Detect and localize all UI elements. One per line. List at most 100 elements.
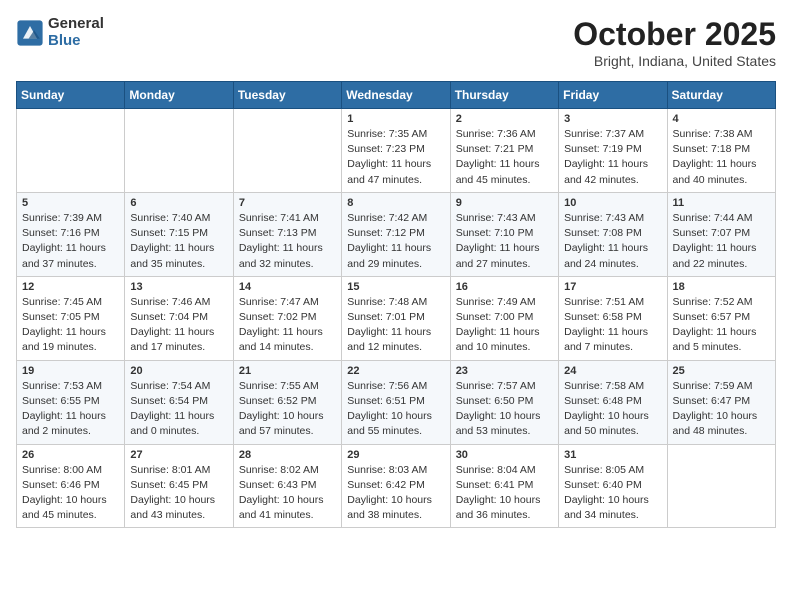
day-info: Sunrise: 8:02 AMSunset: 6:43 PMDaylight:…	[239, 463, 336, 524]
day-number: 19	[22, 365, 119, 377]
col-thursday: Thursday	[450, 82, 558, 109]
day-info: Sunrise: 7:43 AMSunset: 7:10 PMDaylight:…	[456, 211, 553, 272]
day-number: 5	[22, 197, 119, 209]
calendar-cell: 18Sunrise: 7:52 AMSunset: 6:57 PMDayligh…	[667, 276, 775, 360]
calendar-cell: 16 Sunrise: 7:49 AMSunset: 7:00 PMDayligh…	[450, 276, 558, 360]
day-number: 1	[347, 113, 444, 125]
day-number: 20	[130, 365, 227, 377]
logo-blue: Blue	[48, 33, 104, 50]
day-info: Sunrise: 7:44 AMSunset: 7:07 PMDaylight:…	[673, 211, 770, 272]
calendar-cell: 12Sunrise: 7:45 AMSunset: 7:05 PMDayligh…	[17, 276, 125, 360]
calendar: Sunday Monday Tuesday Wednesday Thursday…	[16, 81, 776, 528]
day-number: 14	[239, 281, 336, 293]
day-info: Sunrise: 8:05 AMSunset: 6:40 PMDaylight:…	[564, 463, 661, 524]
day-number: 9	[456, 197, 553, 209]
week-row-1: 1Sunrise: 7:35 AMSunset: 7:23 PMDaylight…	[17, 109, 776, 193]
calendar-cell: 7 Sunrise: 7:41 AMSunset: 7:13 PMDaylight…	[233, 192, 341, 276]
day-info: Sunrise: 7:59 AMSunset: 6:47 PMDaylight:…	[673, 379, 770, 440]
day-info: Sunrise: 7:37 AMSunset: 7:19 PMDaylight:…	[564, 127, 661, 188]
day-number: 23	[456, 365, 553, 377]
calendar-cell: 3 Sunrise: 7:37 AMSunset: 7:19 PMDaylight…	[559, 109, 667, 193]
day-number: 26	[22, 449, 119, 461]
calendar-cell: 24 Sunrise: 7:58 AMSunset: 6:48 PMDayligh…	[559, 360, 667, 444]
logo-icon	[16, 19, 44, 47]
day-number: 4	[673, 113, 770, 125]
logo-text: General Blue	[48, 16, 104, 49]
week-row-4: 19 Sunrise: 7:53 AMSunset: 6:55 PMDayligh…	[17, 360, 776, 444]
day-number: 7	[239, 197, 336, 209]
day-info: Sunrise: 7:49 AMSunset: 7:00 PMDaylight:…	[456, 295, 553, 356]
day-info: Sunrise: 7:46 AMSunset: 7:04 PMDaylight:…	[130, 295, 227, 356]
calendar-cell: 27 Sunrise: 8:01 AMSunset: 6:45 PMDayligh…	[125, 444, 233, 528]
day-info: Sunrise: 7:41 AMSunset: 7:13 PMDaylight:…	[239, 211, 336, 272]
day-info: Sunrise: 7:39 AMSunset: 7:16 PMDaylight:…	[22, 211, 119, 272]
calendar-cell: 11Sunrise: 7:44 AMSunset: 7:07 PMDayligh…	[667, 192, 775, 276]
day-info: Sunrise: 8:03 AMSunset: 6:42 PMDaylight:…	[347, 463, 444, 524]
calendar-cell: 6 Sunrise: 7:40 AMSunset: 7:15 PMDaylight…	[125, 192, 233, 276]
col-saturday: Saturday	[667, 82, 775, 109]
day-info: Sunrise: 7:58 AMSunset: 6:48 PMDaylight:…	[564, 379, 661, 440]
calendar-cell: 19 Sunrise: 7:53 AMSunset: 6:55 PMDayligh…	[17, 360, 125, 444]
day-number: 16	[456, 281, 553, 293]
calendar-cell	[667, 444, 775, 528]
col-sunday: Sunday	[17, 82, 125, 109]
calendar-cell: 30 Sunrise: 8:04 AMSunset: 6:41 PMDayligh…	[450, 444, 558, 528]
day-info: Sunrise: 8:04 AMSunset: 6:41 PMDaylight:…	[456, 463, 553, 524]
day-info: Sunrise: 7:36 AMSunset: 7:21 PMDaylight:…	[456, 127, 553, 188]
calendar-header-row: Sunday Monday Tuesday Wednesday Thursday…	[17, 82, 776, 109]
calendar-cell: 9 Sunrise: 7:43 AMSunset: 7:10 PMDaylight…	[450, 192, 558, 276]
day-info: Sunrise: 7:40 AMSunset: 7:15 PMDaylight:…	[130, 211, 227, 272]
week-row-2: 5 Sunrise: 7:39 AMSunset: 7:16 PMDaylight…	[17, 192, 776, 276]
calendar-cell: 1Sunrise: 7:35 AMSunset: 7:23 PMDaylight…	[342, 109, 450, 193]
calendar-cell: 28Sunrise: 8:02 AMSunset: 6:43 PMDayligh…	[233, 444, 341, 528]
day-number: 3	[564, 113, 661, 125]
day-info: Sunrise: 7:55 AMSunset: 6:52 PMDaylight:…	[239, 379, 336, 440]
calendar-cell: 20 Sunrise: 7:54 AMSunset: 6:54 PMDayligh…	[125, 360, 233, 444]
day-info: Sunrise: 7:43 AMSunset: 7:08 PMDaylight:…	[564, 211, 661, 272]
day-info: Sunrise: 7:51 AMSunset: 6:58 PMDaylight:…	[564, 295, 661, 356]
day-number: 25	[673, 365, 770, 377]
day-number: 30	[456, 449, 553, 461]
calendar-cell: 10 Sunrise: 7:43 AMSunset: 7:08 PMDayligh…	[559, 192, 667, 276]
day-number: 22	[347, 365, 444, 377]
day-info: Sunrise: 7:48 AMSunset: 7:01 PMDaylight:…	[347, 295, 444, 356]
day-info: Sunrise: 7:53 AMSunset: 6:55 PMDaylight:…	[22, 379, 119, 440]
day-info: Sunrise: 7:54 AMSunset: 6:54 PMDaylight:…	[130, 379, 227, 440]
day-info: Sunrise: 7:57 AMSunset: 6:50 PMDaylight:…	[456, 379, 553, 440]
day-number: 6	[130, 197, 227, 209]
calendar-cell: 4Sunrise: 7:38 AMSunset: 7:18 PMDaylight…	[667, 109, 775, 193]
calendar-cell: 26 Sunrise: 8:00 AMSunset: 6:46 PMDayligh…	[17, 444, 125, 528]
calendar-cell: 15 Sunrise: 7:48 AMSunset: 7:01 PMDayligh…	[342, 276, 450, 360]
calendar-cell: 29Sunrise: 8:03 AMSunset: 6:42 PMDayligh…	[342, 444, 450, 528]
day-number: 12	[22, 281, 119, 293]
col-monday: Monday	[125, 82, 233, 109]
calendar-cell: 23 Sunrise: 7:57 AMSunset: 6:50 PMDayligh…	[450, 360, 558, 444]
day-info: Sunrise: 8:01 AMSunset: 6:45 PMDaylight:…	[130, 463, 227, 524]
day-info: Sunrise: 7:42 AMSunset: 7:12 PMDaylight:…	[347, 211, 444, 272]
location: Bright, Indiana, United States	[573, 53, 776, 69]
col-wednesday: Wednesday	[342, 82, 450, 109]
calendar-cell: 25 Sunrise: 7:59 AMSunset: 6:47 PMDayligh…	[667, 360, 775, 444]
day-number: 27	[130, 449, 227, 461]
week-row-5: 26 Sunrise: 8:00 AMSunset: 6:46 PMDayligh…	[17, 444, 776, 528]
calendar-cell: 13 Sunrise: 7:46 AMSunset: 7:04 PMDayligh…	[125, 276, 233, 360]
day-number: 17	[564, 281, 661, 293]
week-row-3: 12Sunrise: 7:45 AMSunset: 7:05 PMDayligh…	[17, 276, 776, 360]
calendar-cell	[125, 109, 233, 193]
calendar-cell	[233, 109, 341, 193]
day-number: 2	[456, 113, 553, 125]
day-info: Sunrise: 8:00 AMSunset: 6:46 PMDaylight:…	[22, 463, 119, 524]
calendar-cell: 5 Sunrise: 7:39 AMSunset: 7:16 PMDaylight…	[17, 192, 125, 276]
calendar-cell: 31 Sunrise: 8:05 AMSunset: 6:40 PMDayligh…	[559, 444, 667, 528]
day-number: 15	[347, 281, 444, 293]
day-number: 31	[564, 449, 661, 461]
day-info: Sunrise: 7:52 AMSunset: 6:57 PMDaylight:…	[673, 295, 770, 356]
day-number: 24	[564, 365, 661, 377]
month-title: October 2025	[573, 16, 776, 53]
title-block: October 2025 Bright, Indiana, United Sta…	[573, 16, 776, 69]
day-info: Sunrise: 7:47 AMSunset: 7:02 PMDaylight:…	[239, 295, 336, 356]
day-number: 10	[564, 197, 661, 209]
day-number: 21	[239, 365, 336, 377]
calendar-cell: 2 Sunrise: 7:36 AMSunset: 7:21 PMDaylight…	[450, 109, 558, 193]
day-number: 13	[130, 281, 227, 293]
